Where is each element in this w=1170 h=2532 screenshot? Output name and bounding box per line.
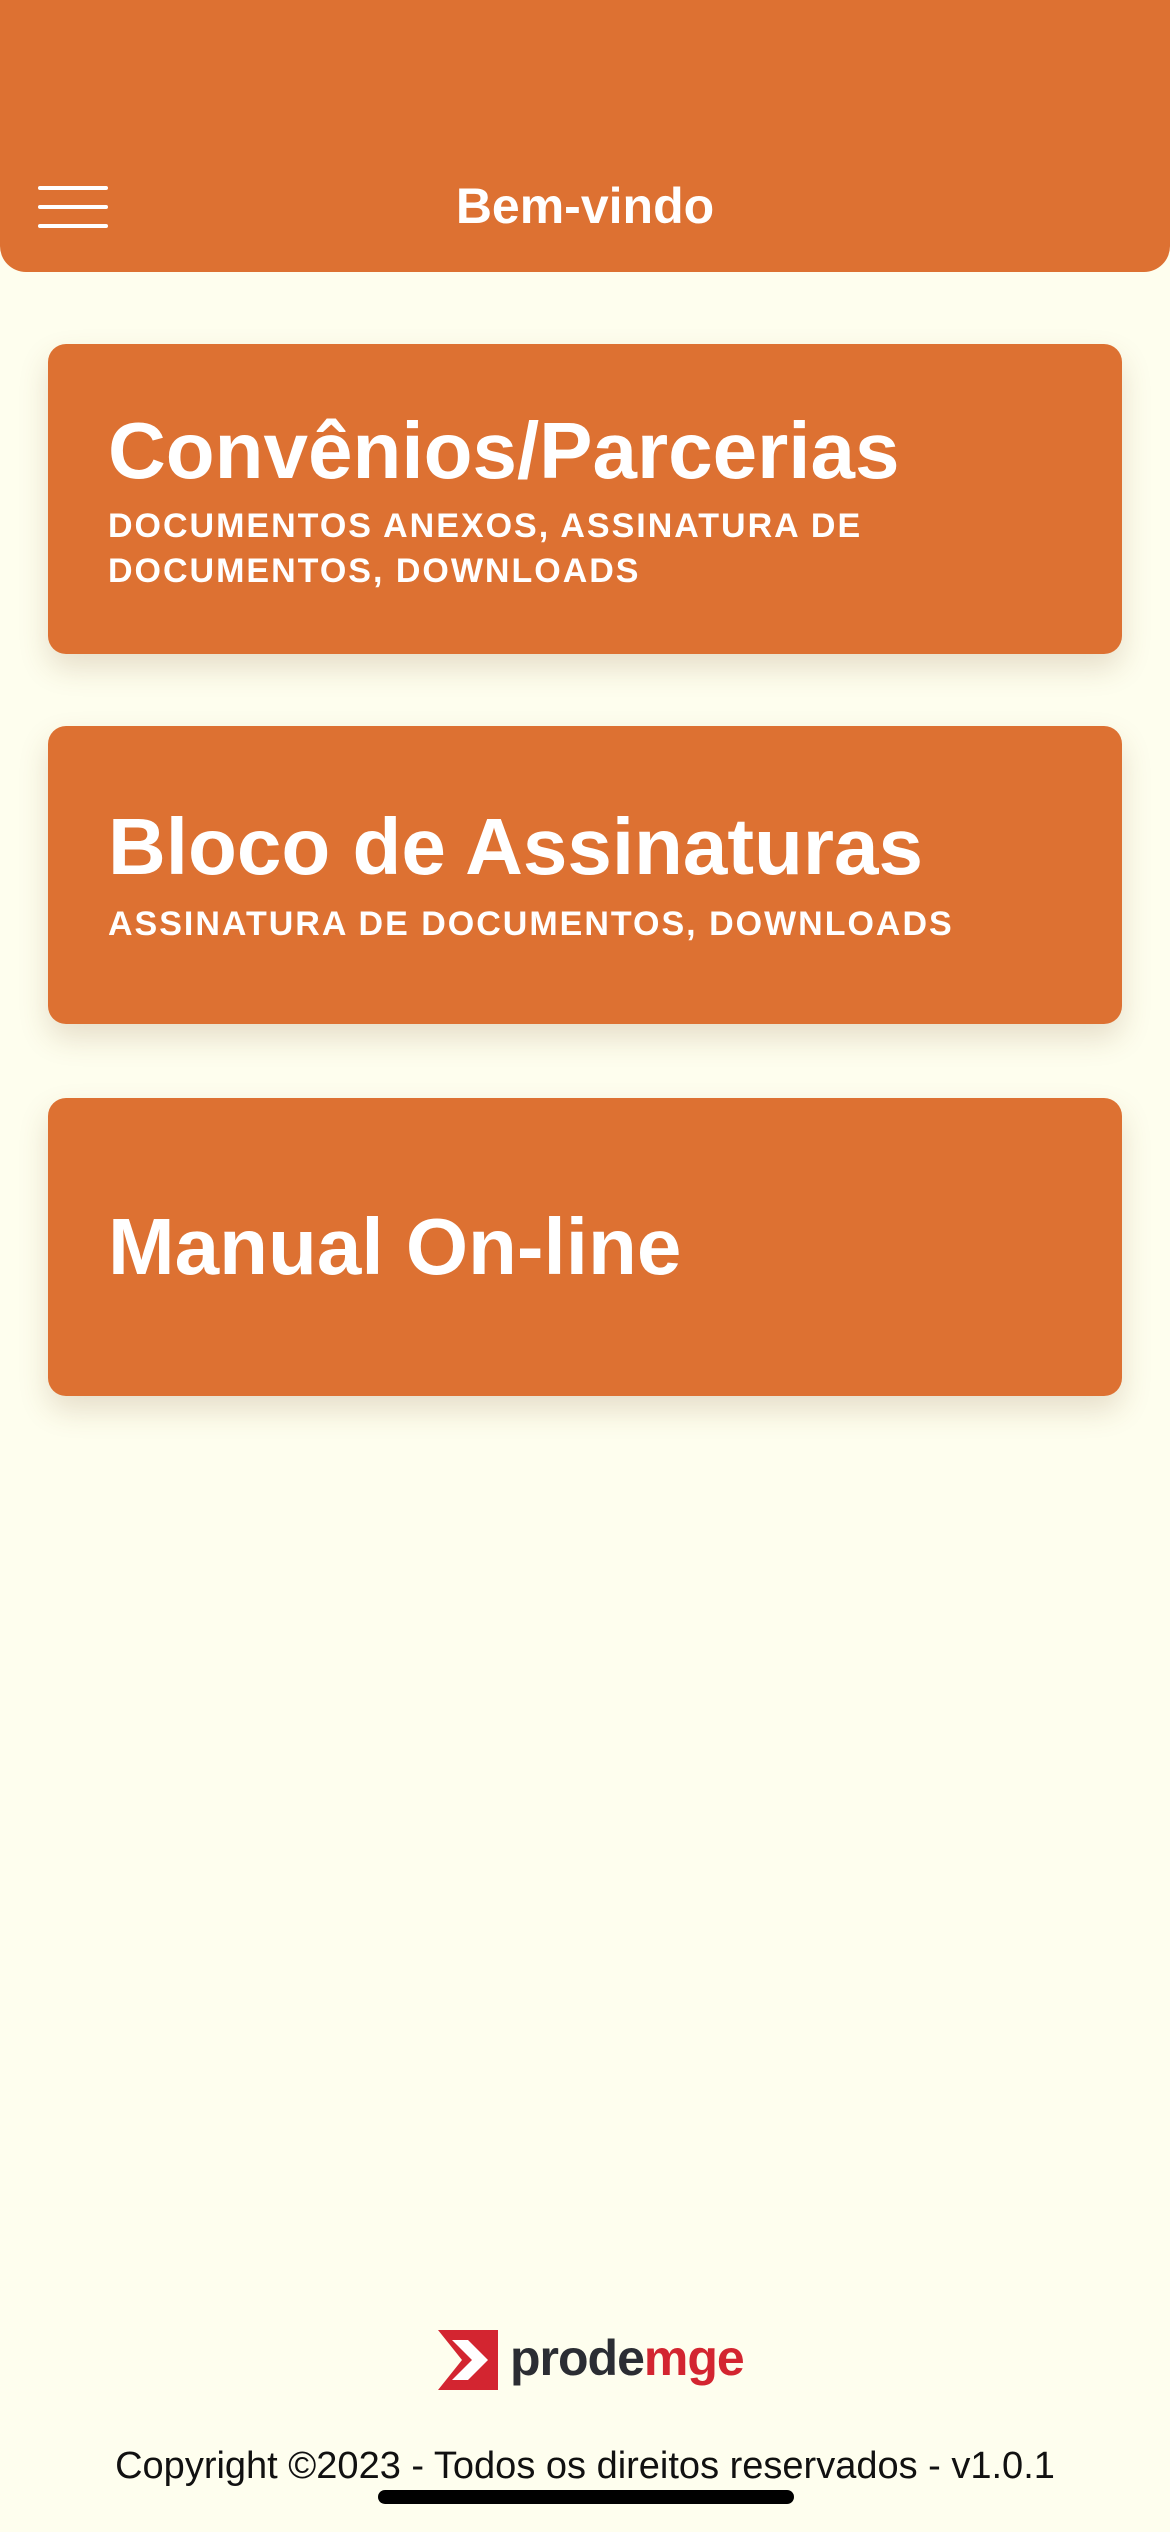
card-title: Manual On-line bbox=[108, 1202, 682, 1291]
prodemge-logo-icon bbox=[438, 2330, 498, 2390]
card-subtitle: DOCUMENTOS ANEXOS, ASSINATURA DE DOCUMEN… bbox=[108, 507, 863, 590]
app-header: Bem-vindo bbox=[0, 0, 1170, 272]
card-manual-online[interactable]: Manual On-line bbox=[48, 1098, 1122, 1396]
copyright-text: Copyright ©2023 - Todos os direitos rese… bbox=[115, 2445, 1055, 2487]
page-title: Bem-vindo bbox=[455, 178, 715, 234]
logo-text-accent: mge bbox=[643, 2330, 745, 2386]
card-bloco-assinaturas[interactable]: Bloco de Assinaturas ASSINATURA DE DOCUM… bbox=[48, 726, 1122, 1024]
card-title: Bloco de Assinaturas bbox=[108, 802, 924, 891]
card-convenios-parcerias[interactable]: Convênios/Parcerias DOCUMENTOS ANEXOS, A… bbox=[48, 344, 1122, 654]
card-title: Convênios/Parcerias bbox=[108, 406, 900, 495]
home-indicator[interactable] bbox=[378, 2490, 794, 2504]
prodemge-logo: prodemge bbox=[438, 2326, 745, 2392]
card-subtitle: ASSINATURA DE DOCUMENTOS, DOWNLOADS bbox=[108, 905, 954, 943]
prodemge-logo-text: prodemge bbox=[510, 2328, 745, 2388]
logo-text-dark: prode bbox=[510, 2330, 645, 2386]
